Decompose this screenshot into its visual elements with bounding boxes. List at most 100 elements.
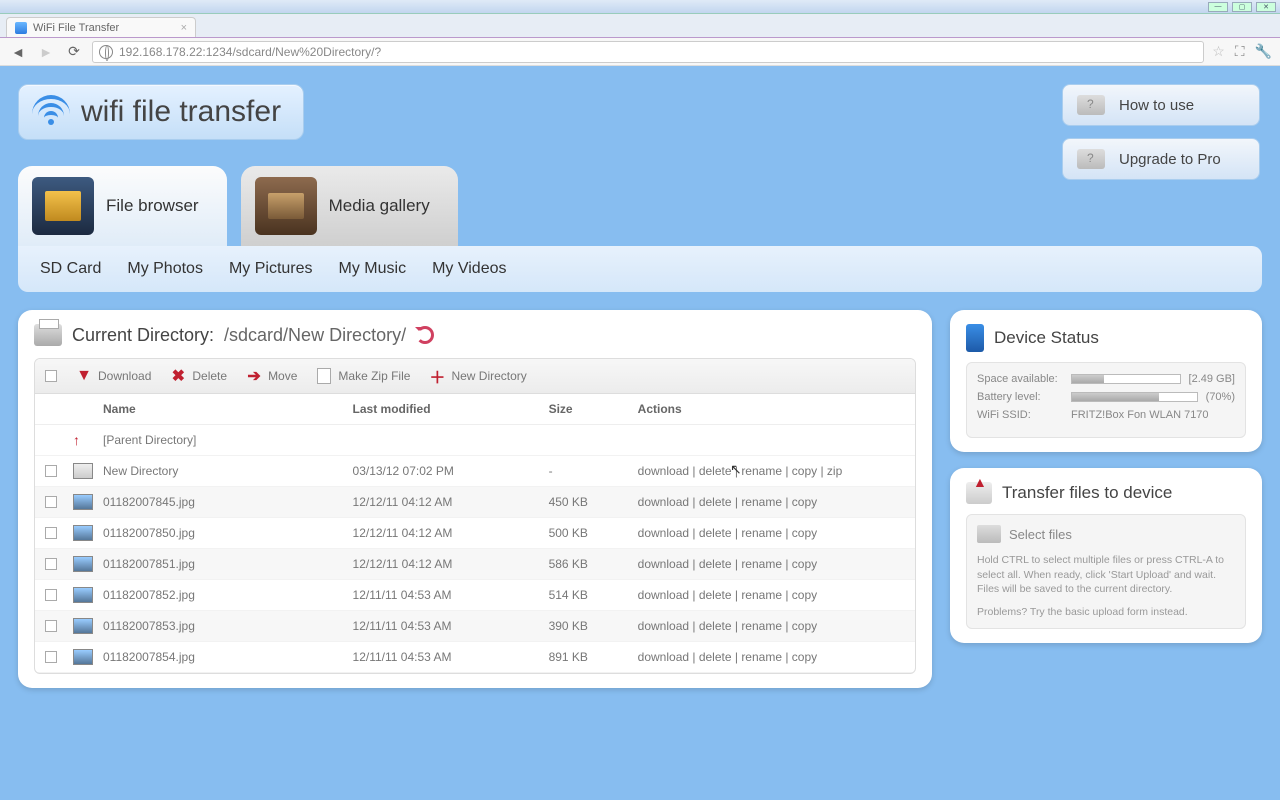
row-checkbox[interactable] <box>45 651 57 663</box>
file-modified: 03/13/12 07:02 PM <box>353 464 549 478</box>
select-files-button[interactable]: Select files <box>977 525 1235 543</box>
subnav-myvideos[interactable]: My Videos <box>432 260 506 278</box>
file-name: 01182007853.jpg <box>103 619 353 633</box>
table-header: Name Last modified Size Actions <box>35 394 915 425</box>
tab-label: Media gallery <box>329 196 430 216</box>
file-actions[interactable]: download | delete | rename | copy <box>638 557 905 571</box>
upload-icon <box>966 482 992 504</box>
favicon <box>15 22 27 34</box>
download-button[interactable]: ▼Download <box>75 367 151 385</box>
select-all-checkbox[interactable] <box>45 370 57 382</box>
close-button[interactable]: ✕ <box>1256 2 1276 12</box>
transfer-problems-link[interactable]: Problems? Try the basic upload form inst… <box>977 605 1235 620</box>
thumbnail-icon <box>73 587 93 603</box>
row-checkbox[interactable] <box>45 589 57 601</box>
file-actions[interactable]: download | delete | rename | copy <box>638 495 905 509</box>
delete-button[interactable]: ✖Delete <box>169 367 227 385</box>
move-button[interactable]: ➔Move <box>245 367 297 385</box>
file-name: 01182007851.jpg <box>103 557 353 571</box>
forward-button[interactable]: ► <box>36 42 56 62</box>
plus-icon: ＋ <box>428 367 446 385</box>
file-name: 01182007850.jpg <box>103 526 353 540</box>
move-icon: ➔ <box>245 367 263 385</box>
file-modified: 12/12/11 04:12 AM <box>353 557 549 571</box>
new-directory-button[interactable]: ＋New Directory <box>428 367 526 385</box>
subnav-mymusic[interactable]: My Music <box>339 260 407 278</box>
tab-file-browser[interactable]: File browser <box>18 166 227 246</box>
file-actions[interactable]: download | delete | rename | copy | zip <box>638 464 905 478</box>
subnav-myphotos[interactable]: My Photos <box>127 260 203 278</box>
table-row[interactable]: 01182007853.jpg12/11/11 04:53 AM390 KBdo… <box>35 611 915 642</box>
address-bar[interactable]: 192.168.178.22:1234/sdcard/New%20Directo… <box>92 41 1204 63</box>
wrench-icon[interactable]: 🔧 <box>1255 43 1272 60</box>
file-size: 586 KB <box>549 557 638 571</box>
file-modified: 12/11/11 04:53 AM <box>353 650 549 664</box>
file-browser-panel: Current Directory: /sdcard/New Directory… <box>18 310 932 688</box>
minimize-button[interactable]: — <box>1208 2 1228 12</box>
parent-dir-label: [Parent Directory] <box>103 433 353 447</box>
battery-label: Battery level: <box>977 391 1063 403</box>
refresh-icon[interactable] <box>416 326 434 344</box>
browser-tab[interactable]: WiFi File Transfer × <box>6 17 196 37</box>
tab-media-gallery[interactable]: Media gallery <box>241 166 458 246</box>
row-checkbox[interactable] <box>45 558 57 570</box>
browser-tab-strip: WiFi File Transfer × <box>0 14 1280 38</box>
howto-label: How to use <box>1119 97 1194 114</box>
browser-toolbar: ◄ ► ⟳ 192.168.178.22:1234/sdcard/New%20D… <box>0 38 1280 66</box>
table-row[interactable]: New Directory03/13/12 07:02 PM-download … <box>35 456 915 487</box>
col-modified[interactable]: Last modified <box>353 402 549 416</box>
tab-label: File browser <box>106 196 199 216</box>
row-checkbox[interactable] <box>45 465 57 477</box>
table-row[interactable]: 01182007845.jpg12/12/11 04:12 AM450 KBdo… <box>35 487 915 518</box>
row-checkbox[interactable] <box>45 620 57 632</box>
transfer-help-text: Hold CTRL to select multiple files or pr… <box>977 553 1235 597</box>
reload-button[interactable]: ⟳ <box>64 42 84 62</box>
folder-icon <box>73 463 93 479</box>
file-size: 450 KB <box>549 495 638 509</box>
thumbnail-icon <box>73 556 93 572</box>
table-row[interactable]: 01182007851.jpg12/12/11 04:12 AM586 KBdo… <box>35 549 915 580</box>
ssid-value: FRITZ!Box Fon WLAN 7170 <box>1071 409 1235 421</box>
thumbnail-icon <box>73 649 93 665</box>
table-row[interactable]: 01182007852.jpg12/11/11 04:53 AM514 KBdo… <box>35 580 915 611</box>
subnav-sdcard[interactable]: SD Card <box>40 260 101 278</box>
globe-icon <box>99 45 113 59</box>
upgrade-button[interactable]: Upgrade to Pro <box>1062 138 1260 180</box>
zip-button[interactable]: Make Zip File <box>315 367 410 385</box>
media-gallery-icon <box>255 177 317 235</box>
table-row[interactable]: 01182007854.jpg12/11/11 04:53 AM891 KBdo… <box>35 642 915 673</box>
tab-close-icon[interactable]: × <box>181 22 187 34</box>
file-actions[interactable]: download | delete | rename | copy <box>638 588 905 602</box>
maximize-button[interactable]: ▢ <box>1232 2 1252 12</box>
file-actions[interactable]: download | delete | rename | copy <box>638 619 905 633</box>
file-size: - <box>549 464 638 478</box>
directory-icon <box>34 324 62 346</box>
row-checkbox[interactable] <box>45 527 57 539</box>
file-actions[interactable]: download | delete | rename | copy <box>638 526 905 540</box>
col-name[interactable]: Name <box>103 402 353 416</box>
file-actions[interactable]: download | delete | rename | copy <box>638 650 905 664</box>
select-files-label: Select files <box>1009 527 1072 542</box>
battery-value: (70%) <box>1206 391 1235 403</box>
page-body: wifi file transfer How to use Upgrade to… <box>0 66 1280 800</box>
mouse-cursor: ↖ <box>730 461 742 478</box>
file-modified: 12/12/11 04:12 AM <box>353 526 549 540</box>
table-row[interactable]: 01182007850.jpg12/12/11 04:12 AM500 KBdo… <box>35 518 915 549</box>
col-actions: Actions <box>638 402 905 416</box>
fullscreen-icon[interactable]: ⛶ <box>1235 43 1245 60</box>
howto-button[interactable]: How to use <box>1062 84 1260 126</box>
bookmark-star-icon[interactable]: ☆ <box>1212 43 1225 60</box>
file-size: 390 KB <box>549 619 638 633</box>
parent-directory-row[interactable]: ↑ [Parent Directory] <box>35 425 915 456</box>
subnav: SD Card My Photos My Pictures My Music M… <box>18 246 1262 292</box>
current-dir-label: Current Directory: <box>72 325 214 346</box>
file-size: 500 KB <box>549 526 638 540</box>
back-button[interactable]: ◄ <box>8 42 28 62</box>
thumbnail-icon <box>73 525 93 541</box>
file-size: 891 KB <box>549 650 638 664</box>
file-name: New Directory <box>103 464 353 478</box>
subnav-mypictures[interactable]: My Pictures <box>229 260 313 278</box>
row-checkbox[interactable] <box>45 496 57 508</box>
app-logo: wifi file transfer <box>18 84 304 140</box>
col-size[interactable]: Size <box>549 402 638 416</box>
